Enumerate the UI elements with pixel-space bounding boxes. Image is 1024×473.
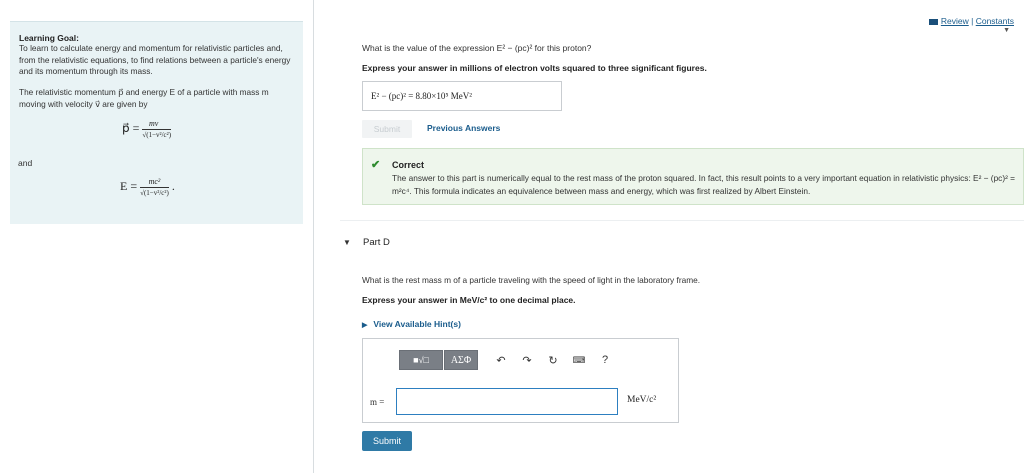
- energy-formula-lhs: E =: [120, 178, 138, 193]
- momentum-formula-lhs: p⃗ =: [122, 120, 140, 135]
- section-divider: [340, 220, 1024, 221]
- undo-icon[interactable]: ↶: [488, 354, 514, 367]
- redo-icon[interactable]: ↷: [514, 354, 540, 367]
- energy-formula-tail: .: [171, 178, 175, 193]
- momentum-denominator: √(1−v²/c²): [142, 131, 172, 139]
- correct-feedback-text: The answer to this part is numerically e…: [392, 173, 1016, 196]
- reset-icon[interactable]: ↻: [540, 354, 566, 367]
- learning-goal-title: Learning Goal:: [19, 33, 79, 43]
- mass-answer-input[interactable]: [396, 388, 618, 415]
- part-c-instruction: Express your answer in millions of elect…: [362, 63, 707, 73]
- view-hints-link[interactable]: ▶ View Available Hint(s): [362, 319, 461, 329]
- help-icon[interactable]: ?: [592, 354, 618, 366]
- part-d-question: What is the rest mass m of a particle tr…: [362, 275, 701, 285]
- correct-feedback-box: ✔ Correct The answer to this part is num…: [362, 148, 1024, 205]
- chevron-down-icon[interactable]: ▼: [1003, 27, 1010, 34]
- review-link[interactable]: Review: [941, 16, 969, 26]
- part-d-instruction: Express your answer in MeV/c² to one dec…: [362, 295, 576, 305]
- view-hints-label: View Available Hint(s): [373, 319, 461, 329]
- math-templates-button[interactable]: ■√□: [399, 350, 443, 370]
- learning-goal-intro: The relativistic momentum p⃗ and energy …: [19, 87, 269, 109]
- unit-label: MeV/c²: [627, 395, 657, 405]
- part-d-title[interactable]: Part D: [363, 237, 390, 248]
- energy-denominator: √(1−v²/c²): [140, 189, 169, 197]
- and-label: and: [18, 158, 33, 168]
- momentum-formula: p⃗ = mv⃗ √(1−v²/c²): [122, 119, 172, 139]
- energy-numerator: mc²: [140, 177, 169, 188]
- answer-editor: ■√□ AΣΦ ↶ ↷ ↻ ⌨ ? m = MeV/c²: [362, 338, 679, 423]
- book-icon: [928, 18, 938, 25]
- editor-toolbar: ■√□ AΣΦ ↶ ↷ ↻ ⌨ ?: [399, 349, 618, 371]
- part-c-question: What is the value of the expression E² −…: [362, 43, 592, 53]
- keyboard-icon[interactable]: ⌨: [566, 355, 592, 366]
- link-separator: |: [971, 16, 974, 26]
- momentum-fraction: mv⃗ √(1−v²/c²): [142, 119, 172, 139]
- constants-link[interactable]: Constants: [976, 16, 1014, 26]
- previous-answers-link[interactable]: Previous Answers: [427, 123, 500, 133]
- energy-formula: E = mc² √(1−v²/c²) .: [120, 177, 175, 197]
- mass-variable-label: m =: [370, 397, 385, 407]
- correct-feedback-title: Correct: [392, 160, 425, 170]
- learning-goal-box: Learning Goal: To learn to calculate ene…: [10, 21, 303, 224]
- momentum-numerator: mv⃗: [142, 119, 172, 130]
- top-links: Review | Constants: [928, 16, 1014, 26]
- checkmark-icon: ✔: [371, 159, 381, 171]
- expand-triangle-icon: ▶: [362, 322, 368, 329]
- energy-fraction: mc² √(1−v²/c²): [140, 177, 169, 197]
- part-c-answer-field: E² − (pc)² = 8.80×10⁵ MeV²: [362, 81, 562, 111]
- learning-goal-panel: Learning Goal: To learn to calculate ene…: [0, 0, 314, 473]
- part-d-submit-button[interactable]: Submit: [362, 431, 412, 451]
- collapse-triangle-icon[interactable]: ▼: [343, 238, 351, 247]
- greek-symbols-button[interactable]: AΣΦ: [444, 350, 478, 370]
- part-c-submit-button[interactable]: Submit: [362, 120, 412, 138]
- learning-goal-text: To learn to calculate energy and momentu…: [19, 43, 291, 77]
